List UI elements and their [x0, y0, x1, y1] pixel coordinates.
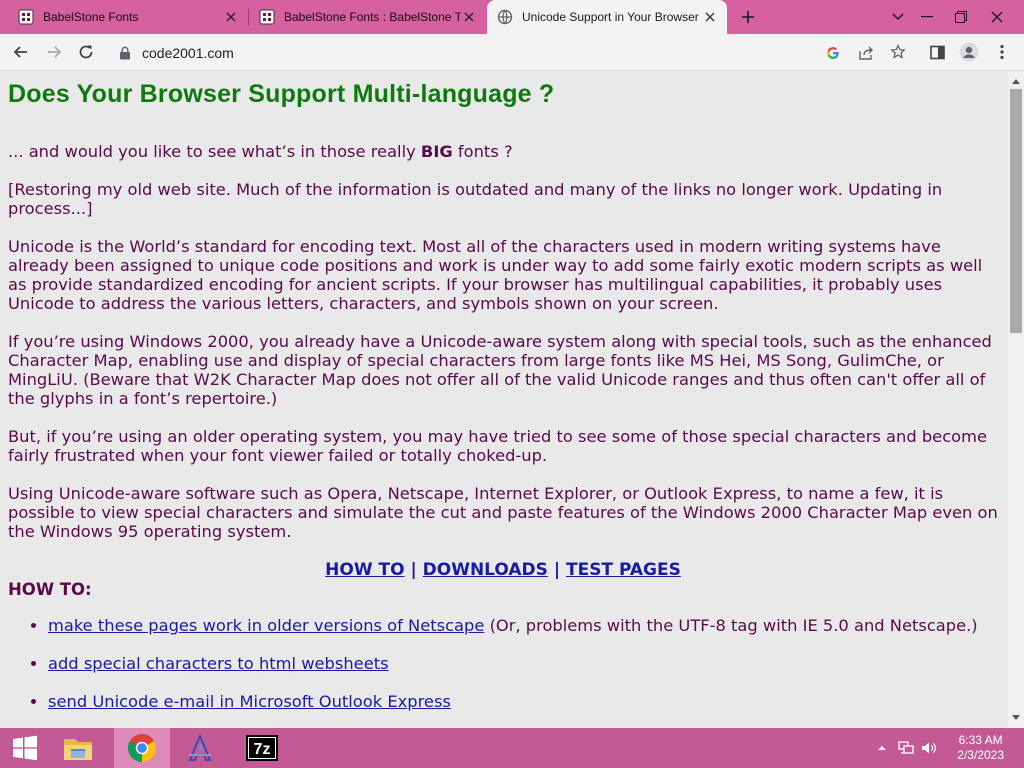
side-panel-button[interactable]	[921, 36, 953, 68]
minimize-button[interactable]	[910, 0, 944, 34]
side-panel-icon	[929, 45, 945, 59]
taskbar: 7z 6:33 AM 2/3/2023	[0, 728, 1024, 768]
list-item: send Unicode e-mail in Microsoft Outlook…	[48, 692, 998, 711]
browser-toolbar: code2001.com	[0, 34, 1024, 71]
howto-link-netscape[interactable]: make these pages work in older versions …	[48, 616, 484, 635]
font-app-icon	[188, 733, 212, 761]
tab-title: BabelStone Fonts	[43, 10, 139, 24]
tab-babelstone-titles[interactable]: BabelStone Fonts : BabelStone Ti	[249, 0, 486, 34]
nav-link-test-pages[interactable]: TEST PAGES	[566, 560, 681, 580]
close-icon	[991, 11, 1003, 23]
nav-separator: |	[410, 560, 417, 580]
nav-separator: |	[553, 560, 561, 580]
svg-text:7z: 7z	[254, 741, 271, 758]
unicode-paragraph: Unicode is the World’s standard for enco…	[8, 237, 983, 313]
babelstone-favicon-icon	[18, 9, 34, 25]
lock-icon[interactable]	[119, 45, 131, 64]
howto-heading: HOW TO:	[8, 580, 92, 599]
kebab-menu-icon	[1000, 44, 1004, 60]
address-bar[interactable]: code2001.com	[110, 38, 918, 67]
scroll-thumb[interactable]	[1010, 89, 1022, 333]
7zip-icon: 7z	[246, 735, 278, 761]
nav-link-downloads[interactable]: DOWNLOADS	[423, 560, 548, 580]
system-clock[interactable]: 6:33 AM 2/3/2023	[957, 733, 1004, 763]
howto-link-outlook-express[interactable]: send Unicode e-mail in Microsoft Outlook…	[48, 692, 451, 711]
page-viewport: Does Your Browser Support Multi-language…	[0, 71, 1008, 728]
scroll-down-arrow-icon[interactable]	[1008, 710, 1024, 726]
taskbar-chrome[interactable]	[114, 728, 170, 768]
start-button[interactable]	[0, 728, 50, 768]
clock-time: 6:33 AM	[958, 733, 1003, 747]
page-title: Does Your Browser Support Multi-language…	[8, 80, 555, 108]
tab-title: Unicode Support in Your Browser	[522, 10, 699, 24]
restore-button[interactable]	[944, 0, 978, 34]
taskbar-font-app[interactable]	[172, 728, 228, 768]
back-button[interactable]	[5, 36, 37, 68]
tab-unicode-support[interactable]: Unicode Support in Your Browser	[487, 0, 727, 34]
bookmark-star-icon[interactable]	[890, 43, 906, 64]
intro-text-end: fonts ?	[452, 142, 513, 161]
restoring-paragraph: [Restoring my old web site. Much of the …	[8, 180, 943, 218]
close-window-button[interactable]	[980, 0, 1014, 34]
page-content: Does Your Browser Support Multi-language…	[8, 71, 998, 728]
new-tab-button[interactable]	[731, 0, 765, 34]
clock-date: 2/3/2023	[957, 748, 1004, 762]
windows-logo-icon	[13, 735, 37, 761]
reload-icon	[79, 45, 93, 59]
network-icon[interactable]	[898, 740, 914, 756]
vertical-scrollbar[interactable]	[1008, 71, 1024, 728]
taskbar-7zip[interactable]: 7z	[234, 728, 290, 768]
share-icon[interactable]	[858, 45, 874, 64]
reload-button[interactable]	[70, 36, 102, 68]
howto-link-special-characters[interactable]: add special characters to html websheets	[48, 654, 389, 673]
menu-button[interactable]	[986, 36, 1018, 68]
arrow-right-icon	[48, 46, 62, 58]
intro-paragraph: ... and would you like to see what’s in …	[8, 142, 998, 161]
nav-link-howto[interactable]: HOW TO	[325, 560, 404, 580]
tab-close-icon[interactable]	[223, 9, 239, 25]
list-item: add special characters to html websheets	[48, 654, 998, 673]
chevron-down-icon	[892, 13, 904, 21]
tab-babelstone-fonts[interactable]: BabelStone Fonts	[0, 0, 248, 34]
section-nav: HOW TO | DOWNLOADS | TEST PAGES	[8, 560, 998, 580]
globe-icon	[497, 9, 513, 25]
profile-button[interactable]	[953, 36, 985, 68]
unicode-software-paragraph: Using Unicode-aware software such as Ope…	[8, 484, 998, 541]
tab-close-icon[interactable]	[461, 9, 477, 25]
howto-list: make these pages work in older versions …	[8, 616, 998, 711]
file-explorer-icon	[64, 739, 92, 760]
url-text[interactable]: code2001.com	[142, 45, 234, 61]
arrow-left-icon	[13, 46, 27, 58]
taskbar-file-explorer[interactable]	[50, 728, 106, 768]
plus-icon	[742, 11, 754, 23]
howto-note: (Or, problems with the UTF-8 tag with IE…	[484, 616, 978, 635]
windows2000-paragraph: If you’re using Windows 2000, you alread…	[8, 332, 992, 408]
tab-title: BabelStone Fonts : BabelStone Ti	[284, 10, 461, 24]
show-hidden-icons-chevron-up-icon[interactable]	[874, 740, 890, 756]
volume-icon[interactable]	[921, 740, 937, 756]
google-icon[interactable]	[826, 45, 840, 64]
big-emphasis: BIG	[420, 142, 453, 161]
tab-strip: BabelStone Fonts BabelStone Fonts : Babe…	[0, 0, 1024, 34]
list-item: make these pages work in older versions …	[48, 616, 998, 635]
intro-text: ... and would you like to see what’s in …	[8, 142, 421, 161]
older-os-paragraph: But, if you’re using an older operating …	[8, 427, 987, 465]
babelstone-favicon-icon	[259, 9, 275, 25]
avatar-icon	[959, 42, 979, 62]
chrome-icon	[128, 734, 156, 762]
restore-icon	[955, 11, 967, 23]
tab-close-icon[interactable]	[702, 9, 718, 25]
forward-button[interactable]	[38, 36, 70, 68]
scroll-up-arrow-icon[interactable]	[1008, 73, 1024, 89]
minimize-icon	[921, 16, 933, 18]
